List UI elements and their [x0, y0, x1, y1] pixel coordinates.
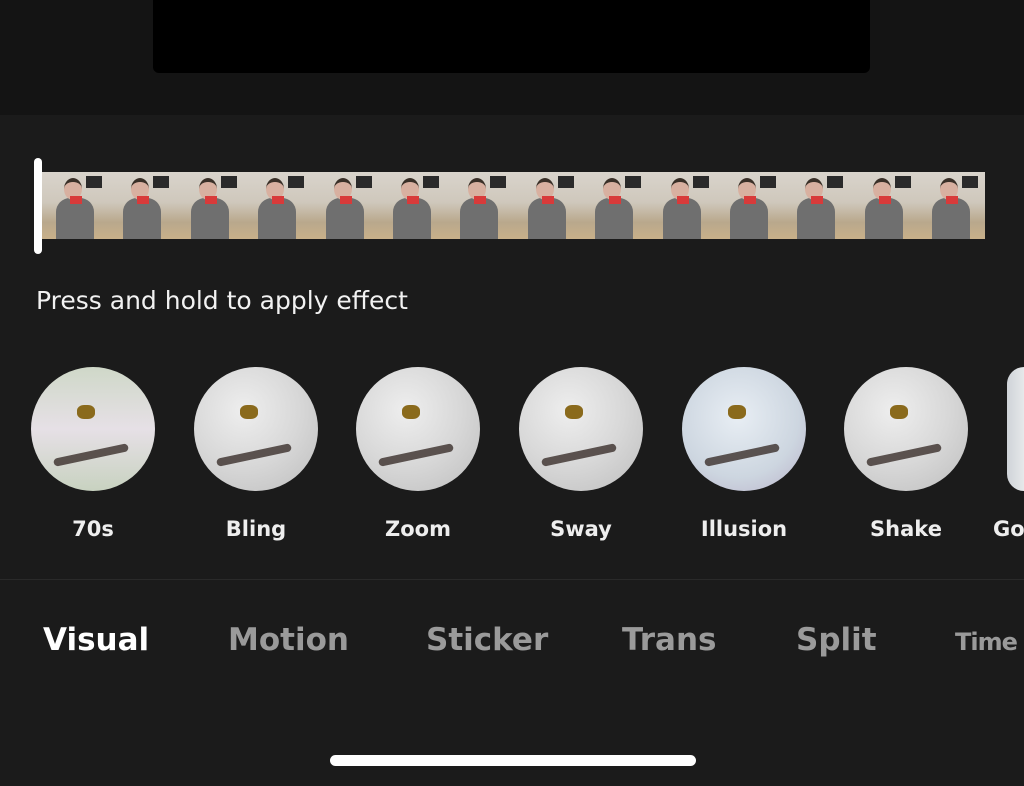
tab-visual[interactable]: Visual: [43, 622, 149, 658]
filmstrip-frame: [109, 172, 177, 239]
apply-effect-hint: Press and hold to apply effect: [36, 286, 408, 315]
filmstrip-frame: [42, 172, 110, 239]
effect-thumbnail[interactable]: [519, 367, 643, 491]
tab-sticker[interactable]: Sticker: [426, 622, 548, 658]
effect-70s[interactable]: 70s: [31, 367, 155, 541]
filmstrip-frame: [176, 172, 245, 239]
effect-thumbnail[interactable]: [31, 367, 155, 491]
filmstrip-frame: [513, 172, 582, 239]
video-preview[interactable]: [153, 0, 870, 73]
filmstrip-frame: [378, 172, 447, 239]
effect-thumbnail[interactable]: [844, 367, 968, 491]
effect-label: Illusion: [700, 517, 788, 541]
effect-sway[interactable]: Sway: [519, 367, 643, 541]
effect-shake[interactable]: Shake: [844, 367, 968, 541]
effect-thumbnail[interactable]: [356, 367, 480, 491]
effect-zoom[interactable]: Zoom: [356, 367, 480, 541]
tab-split[interactable]: Split: [796, 622, 877, 658]
home-indicator[interactable]: [330, 755, 696, 766]
filmstrip-frame: [715, 172, 784, 239]
effect-label: 70s: [72, 517, 114, 541]
filmstrip-frame: [581, 172, 649, 239]
tab-motion[interactable]: Motion: [228, 622, 349, 658]
filmstrip-frame: [311, 172, 379, 239]
filmstrip-frame: [918, 172, 986, 239]
effect-thumbnail[interactable]: [194, 367, 318, 491]
effect-illusion[interactable]: Illusion: [682, 367, 806, 541]
video-filmstrip[interactable]: [42, 172, 986, 239]
preview-area: [0, 0, 1024, 115]
tab-time[interactable]: Time: [955, 628, 1018, 656]
filmstrip-frame: [446, 172, 514, 239]
effect-go[interactable]: Go: [993, 367, 1024, 541]
effect-thumbnail[interactable]: [682, 367, 806, 491]
effect-label: Shake: [870, 517, 942, 541]
effect-label: Zoom: [385, 517, 451, 541]
effect-label: Sway: [550, 517, 612, 541]
filmstrip-frame: [648, 172, 716, 239]
effect-label: Bling: [225, 517, 287, 541]
filmstrip-frame: [850, 172, 919, 239]
filmstrip-frame: [244, 172, 312, 239]
playhead-handle[interactable]: [34, 158, 42, 254]
effect-thumbnail[interactable]: [1007, 367, 1024, 491]
effect-bling[interactable]: Bling: [194, 367, 318, 541]
filmstrip-frame: [783, 172, 851, 239]
divider: [0, 579, 1024, 580]
effect-label: Go: [993, 517, 1024, 541]
tab-trans[interactable]: Trans: [622, 622, 716, 658]
